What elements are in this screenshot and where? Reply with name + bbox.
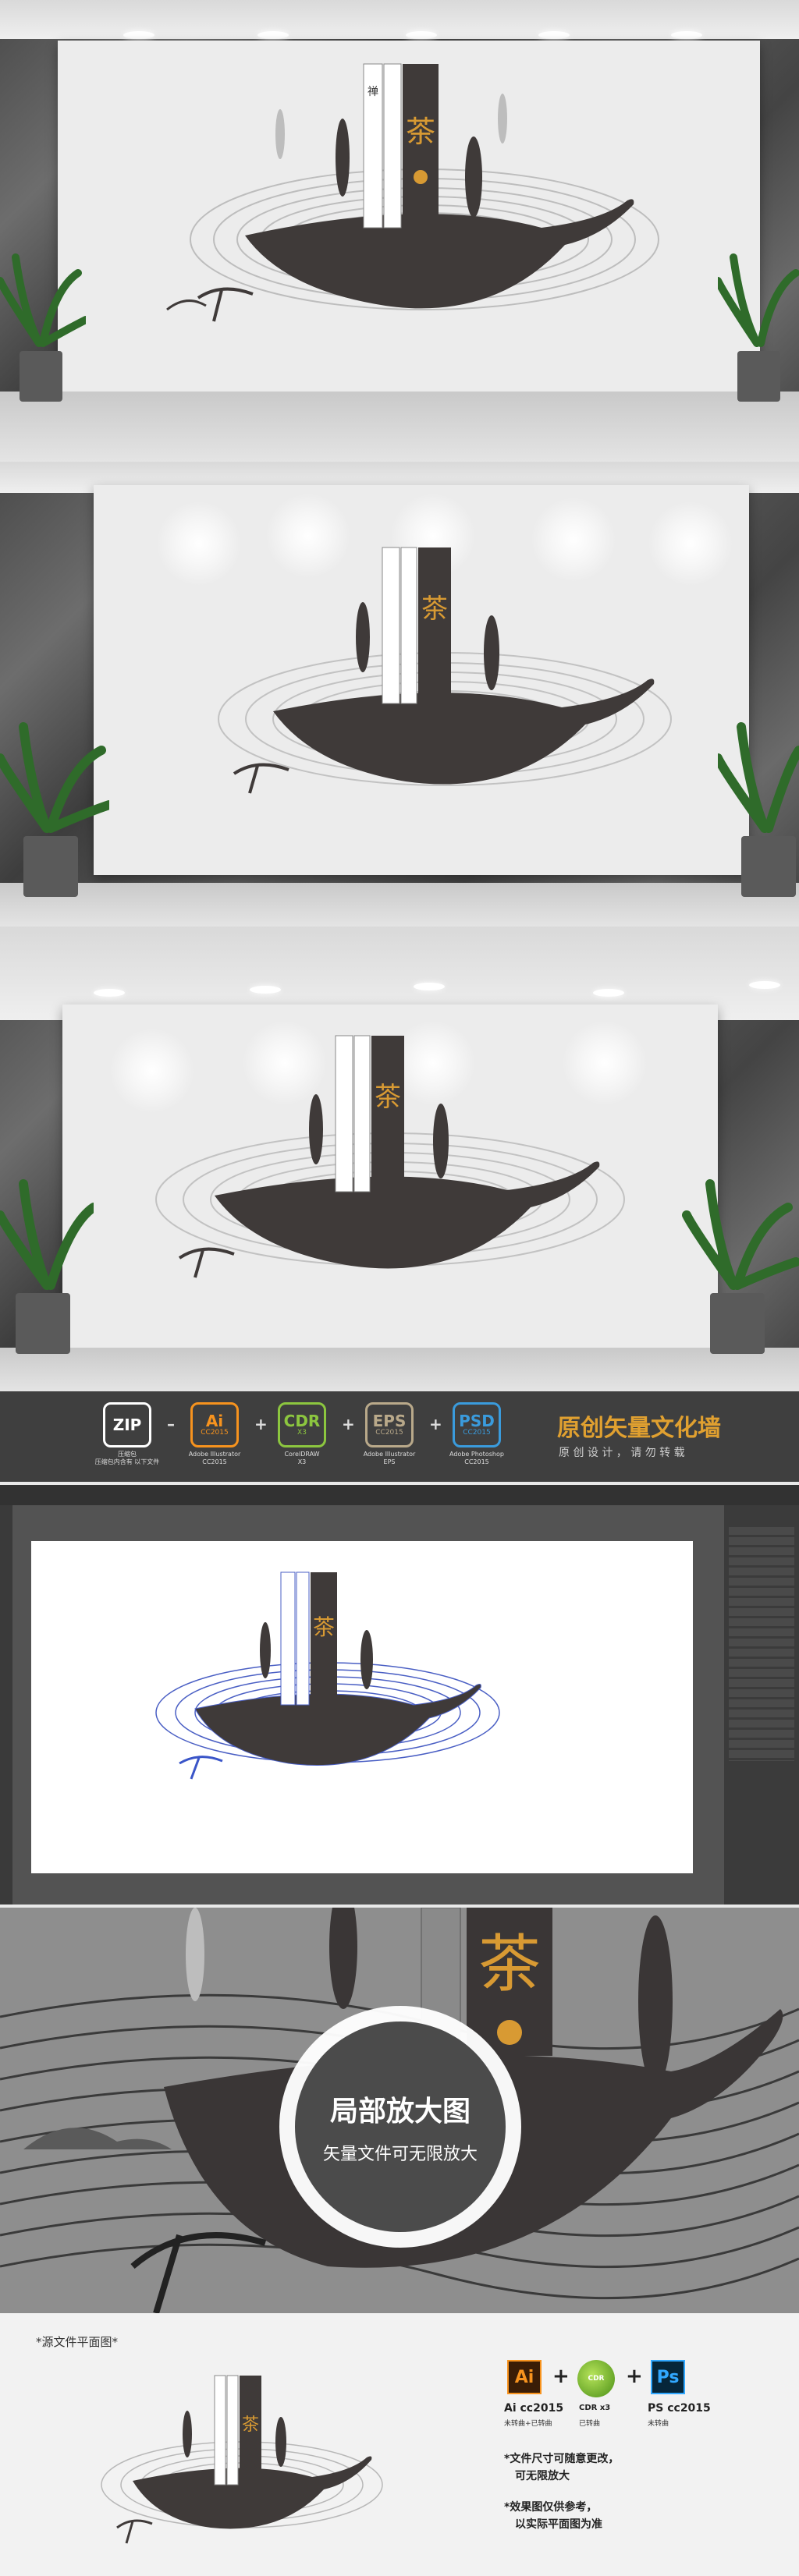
display-wall: 茶 [62,1005,718,1348]
note-line-4: 以实际平面图为准 [515,2518,602,2531]
tea-wall-artwork: 禅 茶 [166,63,659,322]
note-line-1: *文件尺寸可随意更改， [504,2453,620,2465]
ai-caption: Adobe Illustrator CC2015 [188,1451,241,1465]
tea-wall-artwork: 茶 [155,1035,625,1278]
zip-caption: 压缩包 压缩包内含有 以下文件 [94,1451,160,1465]
potted-plant-right [682,1179,799,1354]
zip-badge: ZIP [103,1402,151,1447]
display-wall: 禅 茶 [58,41,760,392]
source-artwork: 茶 [101,2375,383,2544]
cdr-badge: CDR X3 [278,1402,326,1447]
ai-icon: Ai [507,2360,542,2394]
psd-badge: PSD CC2015 [453,1402,501,1447]
tea-wall-artwork: 茶 [218,547,672,794]
potted-plant-right [718,722,799,897]
banner-title: 原创矢量文化墙 [557,1415,721,1442]
display-wall: 茶 [94,485,749,875]
mockup-scene-2: 茶 [0,462,799,927]
source-section: *源文件平面图* 茶 Ai + CDR + Ps Ai cc2015 未转曲+已… [0,2313,799,2576]
ai-note: 未转曲+已转曲 [504,2420,552,2428]
ps-label: PS cc2015 [648,2402,711,2415]
zoom-tea-char: 茶 [478,1928,541,2000]
editor-canvas: 茶 [31,1541,693,1873]
ai-label: Ai cc2015 [504,2402,564,2415]
tea-wall-artwork: 茶 [155,1571,500,1780]
eps-caption: Adobe Illustrator EPS [363,1451,416,1465]
col1-text: 禅 [368,86,378,98]
tea-char: 茶 [406,115,435,149]
potted-plant-left [0,722,109,897]
file-format-bar: ZIP 压缩包 压缩包内含有 以下文件 – Ai CC2015 Adobe Illu… [0,1391,799,1482]
layers-panel [724,1505,799,1905]
editor-window: 茶 [0,1485,799,1905]
editor-toolbar [0,1485,799,1505]
cdr-icon: CDR [577,2360,615,2397]
potted-plant-right [718,253,799,402]
tea-char: 茶 [421,594,448,625]
cdr-caption: CorelDRAW X3 [284,1451,320,1465]
psd-caption: Adobe Photoshop CC2015 [449,1451,504,1465]
cdr-note: 已转曲 [579,2420,601,2428]
ps-icon: Ps [651,2360,685,2394]
zoom-badge: 局部放大图 矢量文件可无限放大 [295,2021,506,2232]
tea-char: 茶 [313,1614,335,1640]
tools-panel [0,1505,12,1905]
tea-char: 茶 [375,1082,401,1113]
mockup-scene-1: 禅 茶 [0,0,799,462]
ai-badge: Ai CC2015 [190,1402,239,1447]
mockup-scene-3: 茶 [0,927,799,1391]
note-line-2: 可无限放大 [515,2470,570,2482]
cdr-label: CDR x3 [579,2404,611,2412]
banner-subtitle: 原 创 设 计 ， 请 勿 转 载 [559,1447,685,1459]
potted-plant-left [0,253,86,402]
source-label: *源文件平面图* [36,2335,119,2349]
note-line-3: *效果图仅供参考， [504,2501,598,2514]
zoom-badge-subtitle: 矢量文件可无限放大 [322,2145,478,2164]
zoom-badge-title: 局部放大图 [329,2096,471,2128]
eps-badge: EPS CC2015 [365,1402,414,1447]
source-tea-char: 茶 [242,2415,259,2435]
potted-plant-left [0,1179,94,1354]
ps-note: 未转曲 [648,2420,669,2428]
